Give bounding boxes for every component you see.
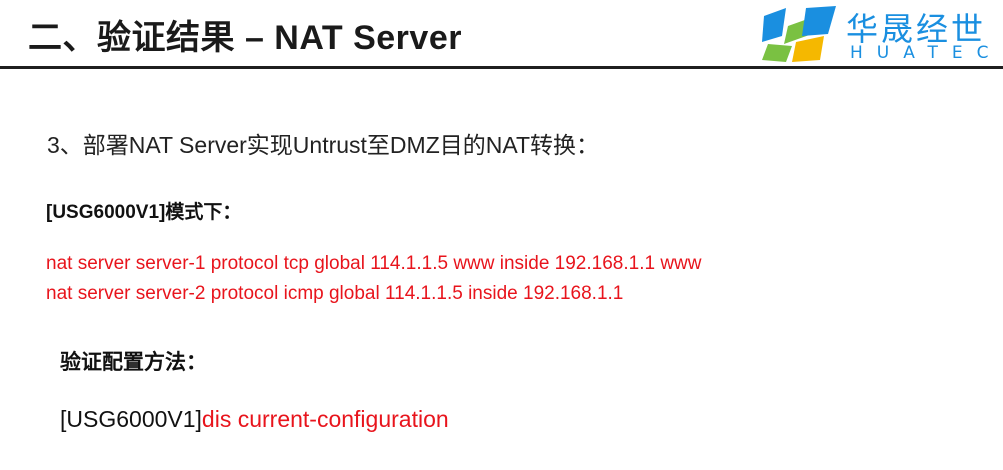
nat-command-line: nat server server-2 protocol icmp global… [46, 283, 624, 304]
cli-command: dis current-configuration [201, 406, 449, 432]
logo-mark-icon [762, 6, 836, 62]
verify-label: 验证配置方法： [60, 351, 207, 374]
nat-command-line: nat server server-1 protocol tcp global … [46, 253, 702, 274]
cli-prompt: [USG6000V1] [60, 406, 202, 432]
title-divider [0, 66, 1003, 69]
logo-english-name: HUATEC [850, 43, 1003, 63]
page-title: 二、验证结果 – NAT Server [28, 19, 462, 57]
step-heading: 3、部署NAT Server实现Untrust至DMZ目的NAT转换： [47, 132, 600, 158]
verify-command-line: [USG6000V1]dis current-configuration [60, 406, 449, 433]
company-logo: 华晟经世 HUATEC [762, 4, 1003, 66]
mode-label: [USG6000V1]模式下： [46, 202, 242, 223]
